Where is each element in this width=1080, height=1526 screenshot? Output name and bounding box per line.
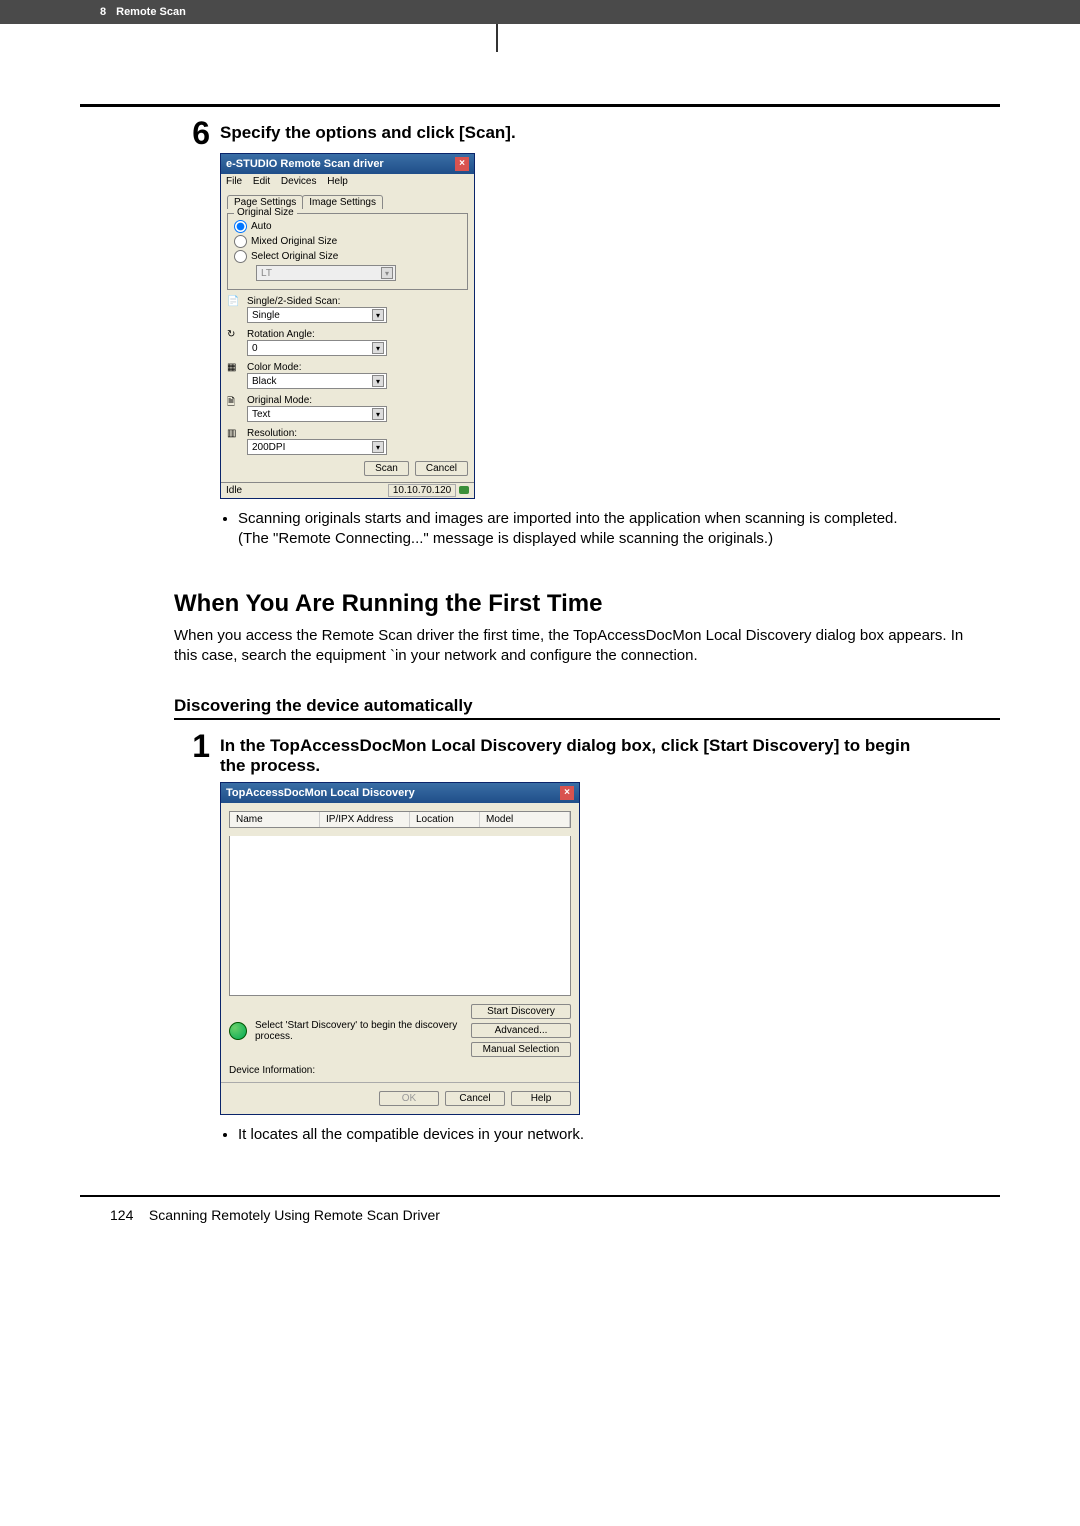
advanced-button[interactable]: Advanced... [471, 1023, 571, 1038]
bullet-text: Scanning originals starts and images are… [238, 510, 898, 527]
radio-auto[interactable] [234, 220, 247, 233]
cancel-button[interactable]: Cancel [415, 461, 468, 476]
col-header-model[interactable]: Model [480, 812, 570, 827]
discovery-hint: Select 'Start Discovery' to begin the di… [255, 1020, 463, 1042]
intro-paragraph: When you access the Remote Scan driver t… [174, 626, 990, 667]
page-sides-icon: 📄 [227, 296, 247, 307]
combo-color[interactable]: Black ▾ [247, 373, 387, 389]
chapter-title: Remote Scan [116, 6, 186, 18]
device-list[interactable] [229, 836, 571, 996]
page-number: 124 [110, 1207, 133, 1223]
step-1-heading: 1 In the TopAccessDocMon Local Discovery… [80, 730, 1000, 776]
step-6-heading: 6 Specify the options and click [Scan]. [80, 117, 1000, 149]
label-origmode: Original Mode: [247, 395, 468, 406]
menu-help[interactable]: Help [327, 176, 348, 187]
close-icon[interactable]: × [455, 157, 469, 171]
step-number-1: 1 [170, 730, 210, 762]
menu-devices[interactable]: Devices [281, 176, 317, 187]
chapter-header: 8 Remote Scan [0, 0, 1080, 24]
chevron-down-icon: ▾ [381, 267, 393, 279]
start-discovery-button[interactable]: Start Discovery [471, 1004, 571, 1019]
combo-sided[interactable]: Single ▾ [247, 307, 387, 323]
combo-origmode-value: Text [252, 409, 270, 420]
chevron-down-icon[interactable]: ▾ [372, 309, 384, 321]
list-item: It locates all the compatible devices in… [238, 1125, 1000, 1145]
combo-rotation[interactable]: 0 ▾ [247, 340, 387, 356]
list-header: Name IP/IPX Address Location Model [229, 811, 571, 828]
footer: 124 Scanning Remotely Using Remote Scan … [110, 1207, 1000, 1223]
connection-icon [459, 486, 469, 494]
combo-origmode[interactable]: Text ▾ [247, 406, 387, 422]
radio-mixed-label: Mixed Original Size [251, 236, 337, 247]
combo-original-size: LT ▾ [256, 265, 396, 281]
close-icon[interactable]: × [560, 786, 574, 800]
status-ip: 10.10.70.120 [388, 484, 456, 497]
label-color: Color Mode: [247, 362, 468, 373]
col-header-name[interactable]: Name [230, 812, 320, 827]
combo-color-value: Black [252, 376, 276, 387]
color-swatch-icon: ▦ [227, 362, 247, 373]
step-title-1: In the TopAccessDocMon Local Discovery d… [220, 730, 920, 776]
col-header-ip[interactable]: IP/IPX Address [320, 812, 410, 827]
ok-button: OK [379, 1091, 439, 1106]
label-sided: Single/2-Sided Scan: [247, 296, 468, 307]
cancel-button[interactable]: Cancel [445, 1091, 505, 1106]
combo-sided-value: Single [252, 310, 280, 321]
status-idle: Idle [226, 485, 242, 496]
manual-selection-button[interactable]: Manual Selection [471, 1042, 571, 1057]
rotate-icon: ↻ [227, 329, 247, 340]
globe-icon [229, 1022, 247, 1040]
col-header-location[interactable]: Location [410, 812, 480, 827]
device-info-label: Device Information: [229, 1065, 571, 1076]
radio-auto-label: Auto [251, 221, 272, 232]
bullet-list-step6: Scanning originals starts and images are… [220, 509, 1000, 550]
combo-resolution-value: 200DPI [252, 442, 285, 453]
menu-edit[interactable]: Edit [253, 176, 270, 187]
list-item: Scanning originals starts and images are… [238, 509, 1000, 550]
scan-button[interactable]: Scan [364, 461, 409, 476]
bullet-list-step1: It locates all the compatible devices in… [220, 1125, 1000, 1145]
divider-top [80, 104, 1000, 107]
label-resolution: Resolution: [247, 428, 468, 439]
combo-resolution[interactable]: 200DPI ▾ [247, 439, 387, 455]
group-original-size: Original Size Auto Mixed Original Size S… [227, 213, 468, 290]
label-rotation: Rotation Angle: [247, 329, 468, 340]
chevron-down-icon[interactable]: ▾ [372, 375, 384, 387]
chevron-down-icon[interactable]: ▾ [372, 408, 384, 420]
heading-auto-discover: Discovering the device automatically [174, 696, 1000, 716]
step-title-6: Specify the options and click [Scan]. [220, 117, 516, 143]
footer-title: Scanning Remotely Using Remote Scan Driv… [149, 1207, 440, 1223]
remote-scan-dialog: e-STUDIO Remote Scan driver × File Edit … [220, 153, 475, 499]
menu-file[interactable]: File [226, 176, 242, 187]
divider-footer [80, 1195, 1000, 1197]
radio-mixed[interactable] [234, 235, 247, 248]
chevron-down-icon[interactable]: ▾ [372, 441, 384, 453]
local-discovery-dialog: TopAccessDocMon Local Discovery × Name I… [220, 782, 580, 1115]
chevron-down-icon[interactable]: ▾ [372, 342, 384, 354]
text-doc-icon: 🗎 [227, 395, 247, 412]
dialog2-title: TopAccessDocMon Local Discovery [226, 787, 415, 799]
dialog-title: e-STUDIO Remote Scan driver [226, 158, 384, 170]
radio-select[interactable] [234, 250, 247, 263]
group-title-original-size: Original Size [234, 207, 297, 218]
chapter-number: 8 [100, 6, 106, 18]
help-button[interactable]: Help [511, 1091, 571, 1106]
radio-select-label: Select Original Size [251, 251, 338, 262]
divider [174, 718, 1000, 720]
heading-first-time: When You Are Running the First Time [174, 590, 1000, 618]
step-number-6: 6 [170, 117, 210, 149]
resolution-icon: ▥ [227, 428, 247, 439]
menu-bar: File Edit Devices Help [221, 174, 474, 189]
combo-original-size-value: LT [261, 268, 272, 279]
bullet-text: It locates all the compatible devices in… [238, 1126, 584, 1143]
divider-vertical [496, 24, 498, 52]
tab-image-settings[interactable]: Image Settings [302, 195, 383, 209]
combo-rotation-value: 0 [252, 343, 258, 354]
bullet-subtext: (The "Remote Connecting..." message is d… [238, 530, 773, 547]
